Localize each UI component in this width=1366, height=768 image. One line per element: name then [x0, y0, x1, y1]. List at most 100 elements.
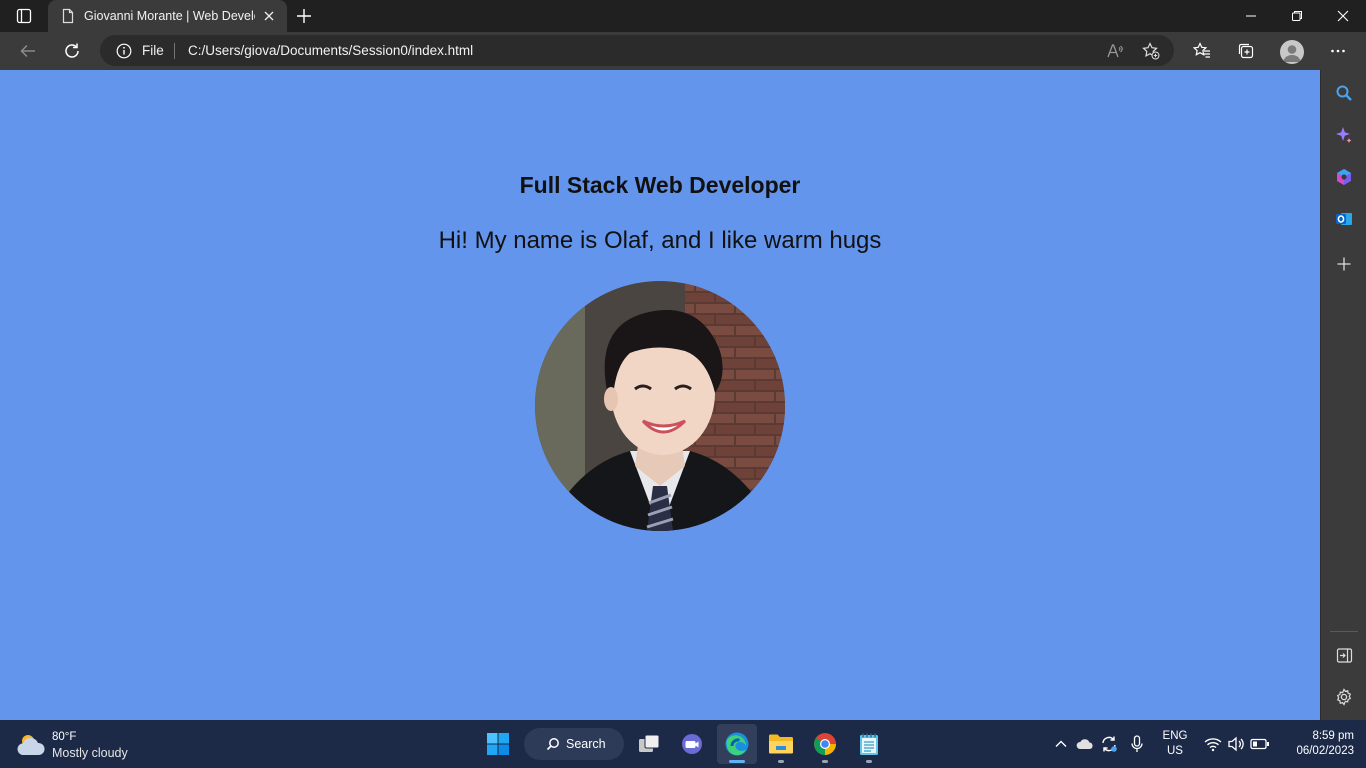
battery-icon	[1250, 738, 1269, 750]
volume-tray-icon[interactable]	[1226, 734, 1246, 754]
address-separator	[174, 43, 175, 59]
file-explorer-button[interactable]	[761, 724, 801, 764]
show-hidden-icons-button[interactable]	[1051, 734, 1071, 754]
microphone-tray-icon[interactable]	[1127, 734, 1147, 754]
info-icon[interactable]	[116, 43, 132, 59]
teams-chat-button[interactable]	[672, 724, 712, 764]
star-add-icon	[1142, 42, 1160, 60]
chat-icon	[682, 734, 702, 754]
address-scheme-label: File	[142, 43, 164, 58]
active-indicator	[729, 760, 745, 763]
chrome-icon	[814, 733, 836, 755]
partly-cloudy-icon	[17, 735, 45, 755]
taskbar-clock[interactable]: 8:59 pm 06/02/2023	[1278, 729, 1354, 759]
profile-photo	[535, 281, 785, 531]
tab-actions-button[interactable]	[0, 0, 48, 32]
chrome-button[interactable]	[805, 724, 845, 764]
new-tab-button[interactable]	[292, 4, 316, 28]
more-options-button[interactable]	[1322, 36, 1354, 66]
task-view-button[interactable]	[629, 724, 669, 764]
notepad-button[interactable]	[849, 724, 889, 764]
back-button[interactable]	[12, 36, 44, 66]
favorites-button[interactable]	[1186, 36, 1218, 66]
input-language[interactable]: ENG US	[1160, 729, 1190, 759]
start-button[interactable]	[478, 724, 518, 764]
sidebar-divider	[1330, 631, 1358, 632]
tab-title: Giovanni Morante | Web Developer	[84, 9, 255, 23]
sidebar-copilot-button[interactable]	[1332, 123, 1356, 147]
outlook-icon	[1336, 213, 1352, 225]
battery-tray-icon[interactable]	[1250, 734, 1270, 754]
search-label: Search	[566, 737, 606, 751]
language-code: ENG	[1162, 730, 1188, 742]
copilot-sparkle-icon	[1336, 127, 1352, 143]
task-view-icon	[639, 734, 660, 752]
weather-condition: Mostly cloudy	[52, 745, 128, 760]
onedrive-tray-icon[interactable]	[1075, 734, 1095, 754]
taskbar-search[interactable]: Search	[524, 728, 624, 760]
weather-temperature: 80°F	[52, 730, 77, 743]
clock-date: 06/02/2023	[1296, 745, 1354, 757]
tab-actions-icon	[16, 8, 32, 24]
sidebar-office-button[interactable]	[1332, 165, 1356, 189]
keyboard-region: US	[1167, 745, 1183, 757]
sidebar-settings-button[interactable]	[1332, 685, 1356, 709]
close-icon	[1337, 10, 1349, 22]
search-icon	[1336, 85, 1352, 101]
refresh-button[interactable]	[56, 36, 88, 66]
tab-strip: Giovanni Morante | Web Developer	[0, 0, 1366, 32]
address-url[interactable]: C:/Users/giova/Documents/Session0/index.…	[188, 43, 473, 58]
edge-sidebar	[1320, 70, 1366, 720]
wifi-icon	[1204, 738, 1222, 752]
read-aloud-icon	[1107, 44, 1123, 58]
windows-taskbar: 80°F Mostly cloudy Search ENG US 8:59 pm…	[0, 720, 1366, 768]
add-favorite-button[interactable]	[1141, 41, 1161, 61]
restore-button[interactable]	[1274, 0, 1320, 32]
office-icon	[1337, 169, 1351, 185]
sync-tray-icon[interactable]	[1099, 734, 1119, 754]
sidebar-outlook-button[interactable]	[1332, 207, 1356, 231]
minimize-button[interactable]	[1228, 0, 1274, 32]
restore-icon	[1292, 11, 1302, 21]
page-heading: Full Stack Web Developer	[519, 172, 801, 198]
sidebar-split-button[interactable]	[1332, 643, 1356, 667]
sidebar-split-icon	[1336, 647, 1352, 663]
page-viewport: Full Stack Web Developer Hi! My name is …	[0, 70, 1320, 720]
more-icon	[1331, 49, 1345, 53]
sidebar-add-button[interactable]	[1332, 252, 1356, 276]
read-aloud-button[interactable]	[1105, 41, 1125, 61]
running-indicator	[822, 760, 828, 763]
notepad-icon	[860, 733, 878, 755]
minimize-icon	[1246, 15, 1256, 17]
collections-button[interactable]	[1230, 36, 1262, 66]
folder-icon	[769, 734, 793, 754]
weather-widget[interactable]: 80°F Mostly cloudy	[16, 728, 128, 762]
clock-time: 8:59 pm	[1312, 730, 1354, 742]
search-icon	[546, 738, 559, 751]
close-window-button[interactable]	[1320, 0, 1366, 32]
cloud-icon	[1076, 739, 1093, 749]
profile-avatar[interactable]	[1280, 40, 1304, 64]
portrait-illustration	[535, 281, 785, 531]
file-icon	[62, 8, 74, 24]
edge-taskbar-button[interactable]	[717, 724, 757, 764]
running-indicator	[778, 760, 784, 763]
microphone-icon	[1131, 735, 1143, 752]
browser-tab[interactable]: Giovanni Morante | Web Developer	[48, 0, 287, 32]
windows-logo-icon	[487, 733, 509, 755]
person-icon	[1283, 45, 1301, 62]
wifi-tray-icon[interactable]	[1203, 734, 1223, 754]
chevron-up-icon	[1055, 740, 1067, 747]
favorites-icon	[1193, 42, 1210, 58]
browser-toolbar: File C:/Users/giova/Documents/Session0/i…	[0, 32, 1366, 70]
intro-text: Hi! My name is Olaf, and I like warm hug…	[438, 227, 882, 254]
add-icon	[1337, 257, 1351, 271]
sync-icon	[1102, 736, 1117, 752]
refresh-icon	[65, 43, 79, 58]
sidebar-search-button[interactable]	[1332, 81, 1356, 105]
collections-icon	[1238, 43, 1254, 59]
settings-icon	[1336, 688, 1352, 706]
close-tab-icon[interactable]	[261, 8, 277, 24]
back-arrow-icon	[20, 44, 35, 58]
address-bar[interactable]: File C:/Users/giova/Documents/Session0/i…	[100, 35, 1174, 66]
